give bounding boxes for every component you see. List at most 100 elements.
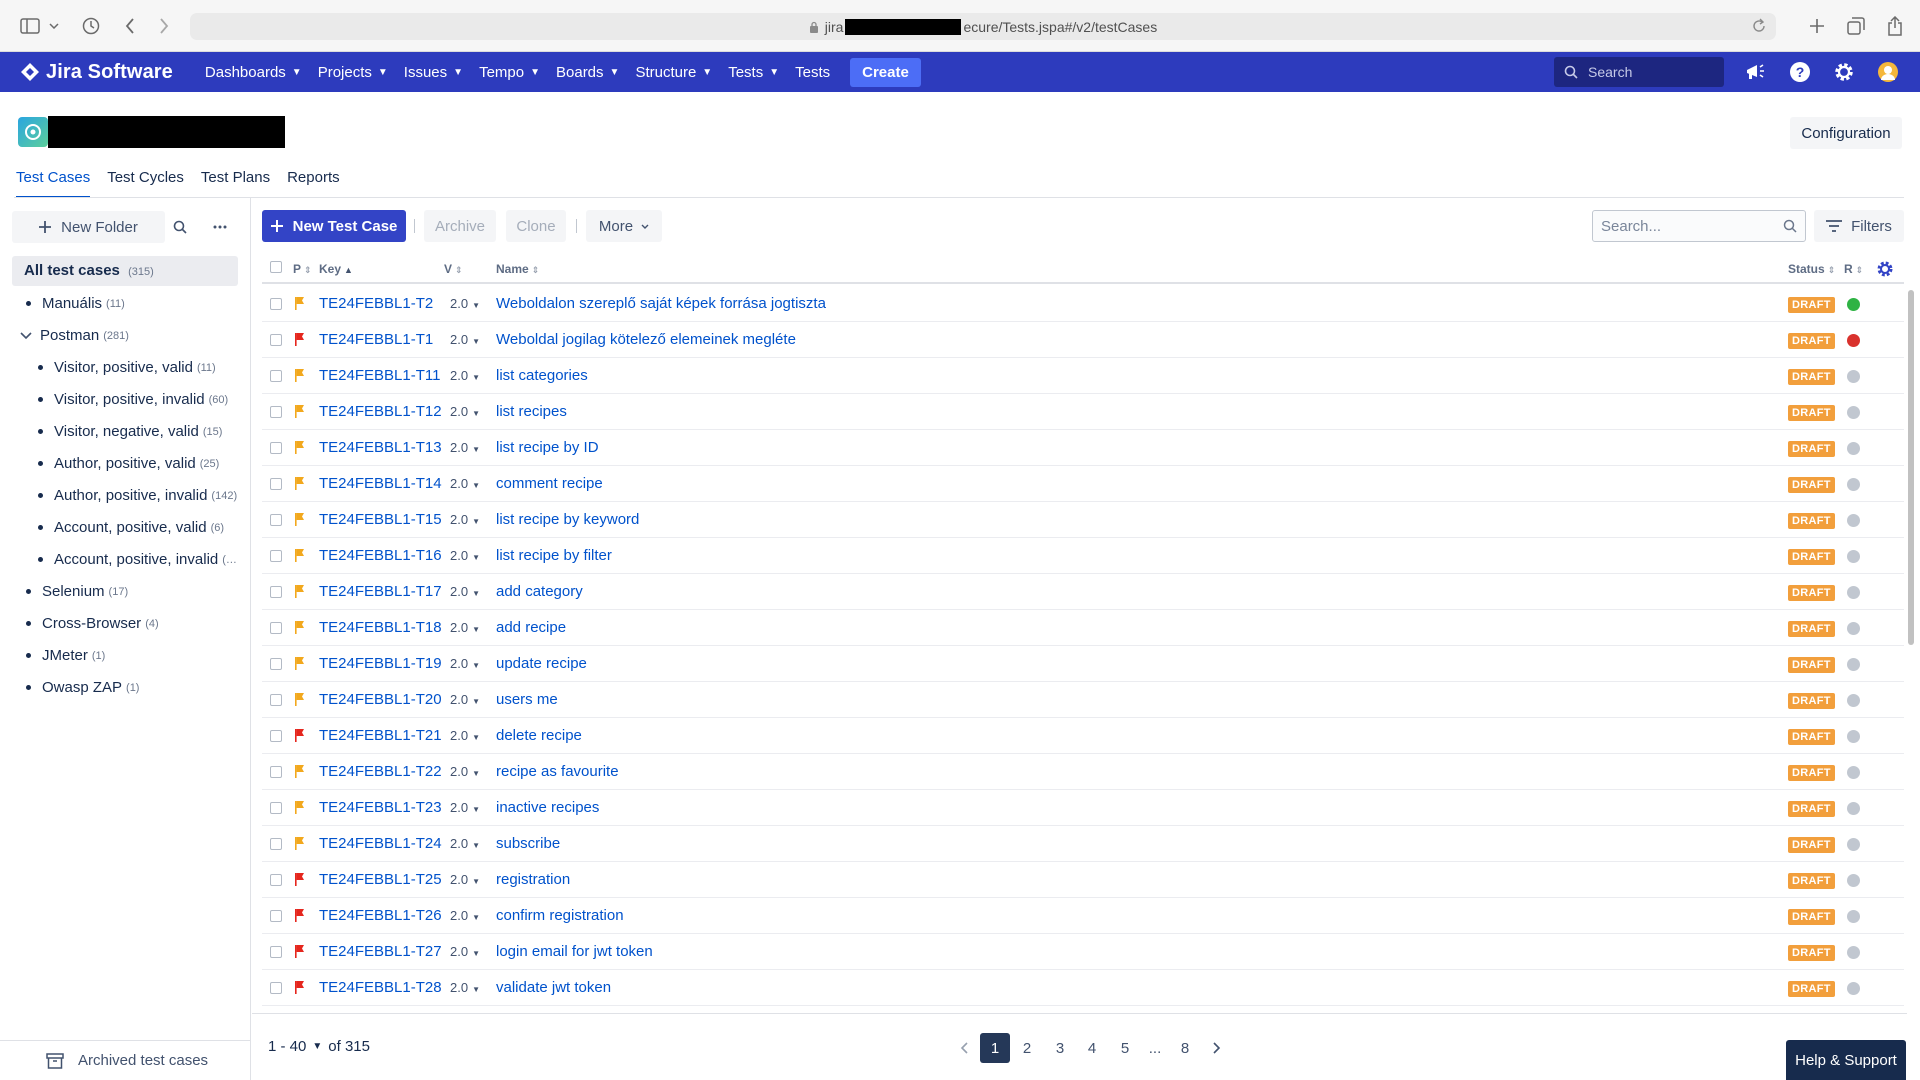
version-selector[interactable]: 2.0 ▼ [450,908,480,923]
test-case-name-link[interactable]: inactive recipes [496,799,599,816]
tab-reports[interactable]: Reports [287,164,340,198]
table-row[interactable]: TE24FEBBL1-T16 2.0 ▼ list recipe by filter D… [262,538,1904,574]
forward-icon[interactable] [152,14,176,38]
test-case-key-link[interactable]: TE24FEBBL1-T12 [319,403,442,420]
help-and-support-button[interactable]: Help & Support [1786,1040,1906,1080]
address-bar[interactable]: jira ecure/Tests.jspa#/v2/testCases [190,13,1776,40]
filters-button[interactable]: Filters [1814,210,1904,242]
next-page-button[interactable] [1202,1033,1232,1063]
version-selector[interactable]: 2.0 ▼ [450,512,480,527]
row-checkbox[interactable] [270,838,282,850]
new-folder-button[interactable]: New Folder [12,211,165,243]
row-checkbox[interactable] [270,730,282,742]
nav-boards[interactable]: Boards ▼ [548,52,627,92]
version-selector[interactable]: 2.0 ▼ [450,296,480,311]
test-case-key-link[interactable]: TE24FEBBL1-T21 [319,727,442,744]
page-size-selector[interactable]: 1 - 40 ▼ of 315 [268,1038,370,1055]
test-case-key-link[interactable]: TE24FEBBL1-T17 [319,583,442,600]
test-case-key-link[interactable]: TE24FEBBL1-T24 [319,835,442,852]
jira-logo[interactable]: Jira Software [20,61,173,84]
row-checkbox[interactable] [270,658,282,670]
folder-item[interactable]: Visitor, positive, invalid (60) [38,391,228,408]
version-selector[interactable]: 2.0 ▼ [450,476,480,491]
table-row[interactable]: TE24FEBBL1-T27 2.0 ▼ login email for jwt to… [262,934,1904,970]
test-case-name-link[interactable]: login email for jwt token [496,943,653,960]
sidebar-toggle-icon[interactable] [18,14,42,38]
version-selector[interactable]: 2.0 ▼ [450,656,480,671]
folder-item[interactable]: Visitor, negative, valid (15) [38,423,222,440]
version-selector[interactable]: 2.0 ▼ [450,692,480,707]
chevron-down-icon[interactable] [20,331,32,340]
column-header-status[interactable]: Status ⇕ [1788,262,1835,276]
row-checkbox[interactable] [270,766,282,778]
test-case-name-link[interactable]: delete recipe [496,727,582,744]
test-case-key-link[interactable]: TE24FEBBL1-T13 [319,439,442,456]
nav-structure[interactable]: Structure ▼ [627,52,720,92]
row-checkbox[interactable] [270,910,282,922]
test-case-name-link[interactable]: update recipe [496,655,587,672]
test-case-key-link[interactable]: TE24FEBBL1-T22 [319,763,442,780]
version-selector[interactable]: 2.0 ▼ [450,728,480,743]
column-header-key[interactable]: Key ▲ [319,262,353,276]
archived-test-cases-button[interactable]: Archived test cases [0,1040,251,1080]
column-header-result[interactable]: R ⇕ [1844,262,1863,276]
row-checkbox[interactable] [270,946,282,958]
test-case-name-link[interactable]: registration [496,871,570,888]
row-checkbox[interactable] [270,586,282,598]
table-row[interactable]: TE24FEBBL1-T20 2.0 ▼ users me DRAFT [262,682,1904,718]
version-selector[interactable]: 2.0 ▼ [450,980,480,995]
page-button[interactable]: 5 [1110,1033,1140,1063]
history-icon[interactable] [79,14,103,38]
test-case-key-link[interactable]: TE24FEBBL1-T20 [319,691,442,708]
test-case-key-link[interactable]: TE24FEBBL1-T1 [319,331,433,348]
test-case-name-link[interactable]: list recipe by ID [496,439,599,456]
test-case-name-link[interactable]: users me [496,691,558,708]
configuration-button[interactable]: Configuration [1790,117,1902,149]
row-checkbox[interactable] [270,982,282,994]
folder-item[interactable]: Owasp ZAP (1) [26,679,139,696]
test-case-key-link[interactable]: TE24FEBBL1-T18 [319,619,442,636]
folder-item[interactable]: Author, positive, valid (25) [38,455,219,472]
test-case-key-link[interactable]: TE24FEBBL1-T16 [319,547,442,564]
nav-tests-menu[interactable]: Tests ▼ [720,52,787,92]
archive-button[interactable]: Archive [424,210,496,242]
page-button[interactable]: 4 [1077,1033,1107,1063]
test-case-name-link[interactable]: Weboldalon szereplő saját képek forrása … [496,295,826,312]
folder-all-test-cases[interactable]: All test cases (315) [12,256,238,286]
version-selector[interactable]: 2.0 ▼ [450,836,480,851]
test-case-key-link[interactable]: TE24FEBBL1-T27 [319,943,442,960]
folder-item[interactable]: Selenium (17) [26,583,128,600]
table-row[interactable]: TE24FEBBL1-T25 2.0 ▼ registration DRAFT [262,862,1904,898]
folder-item[interactable]: Account, positive, invalid (… [38,551,237,568]
test-case-name-link[interactable]: recipe as favourite [496,763,619,780]
reload-icon[interactable] [1752,18,1766,34]
column-header-priority[interactable]: P ⇕ [293,262,312,276]
test-case-name-link[interactable]: list recipe by keyword [496,511,639,528]
test-case-key-link[interactable]: TE24FEBBL1-T26 [319,907,442,924]
version-selector[interactable]: 2.0 ▼ [450,800,480,815]
folder-search-button[interactable] [164,211,196,243]
table-row[interactable]: TE24FEBBL1-T13 2.0 ▼ list recipe by ID DRAFT [262,430,1904,466]
user-avatar[interactable] [1876,60,1900,84]
row-checkbox[interactable] [270,478,282,490]
column-header-version[interactable]: V ⇕ [444,262,463,276]
test-case-name-link[interactable]: add recipe [496,619,566,636]
back-icon[interactable] [118,14,142,38]
version-selector[interactable]: 2.0 ▼ [450,944,480,959]
row-checkbox[interactable] [270,802,282,814]
row-checkbox[interactable] [270,442,282,454]
table-row[interactable]: TE24FEBBL1-T22 2.0 ▼ recipe as favourite DRA… [262,754,1904,790]
table-row[interactable]: TE24FEBBL1-T14 2.0 ▼ comment recipe DRAFT [262,466,1904,502]
prev-page-button[interactable] [949,1033,979,1063]
test-case-name-link[interactable]: subscribe [496,835,560,852]
test-case-key-link[interactable]: TE24FEBBL1-T2 [319,295,433,312]
row-checkbox[interactable] [270,514,282,526]
version-selector[interactable]: 2.0 ▼ [450,764,480,779]
tab-test-plans[interactable]: Test Plans [201,164,270,198]
row-checkbox[interactable] [270,298,282,310]
tab-test-cases[interactable]: Test Cases [16,164,91,198]
share-icon[interactable] [1883,14,1907,38]
vertical-scrollbar[interactable] [1908,290,1914,645]
folder-more-button[interactable] [204,211,236,243]
column-settings-gear-icon[interactable] [1876,260,1894,278]
